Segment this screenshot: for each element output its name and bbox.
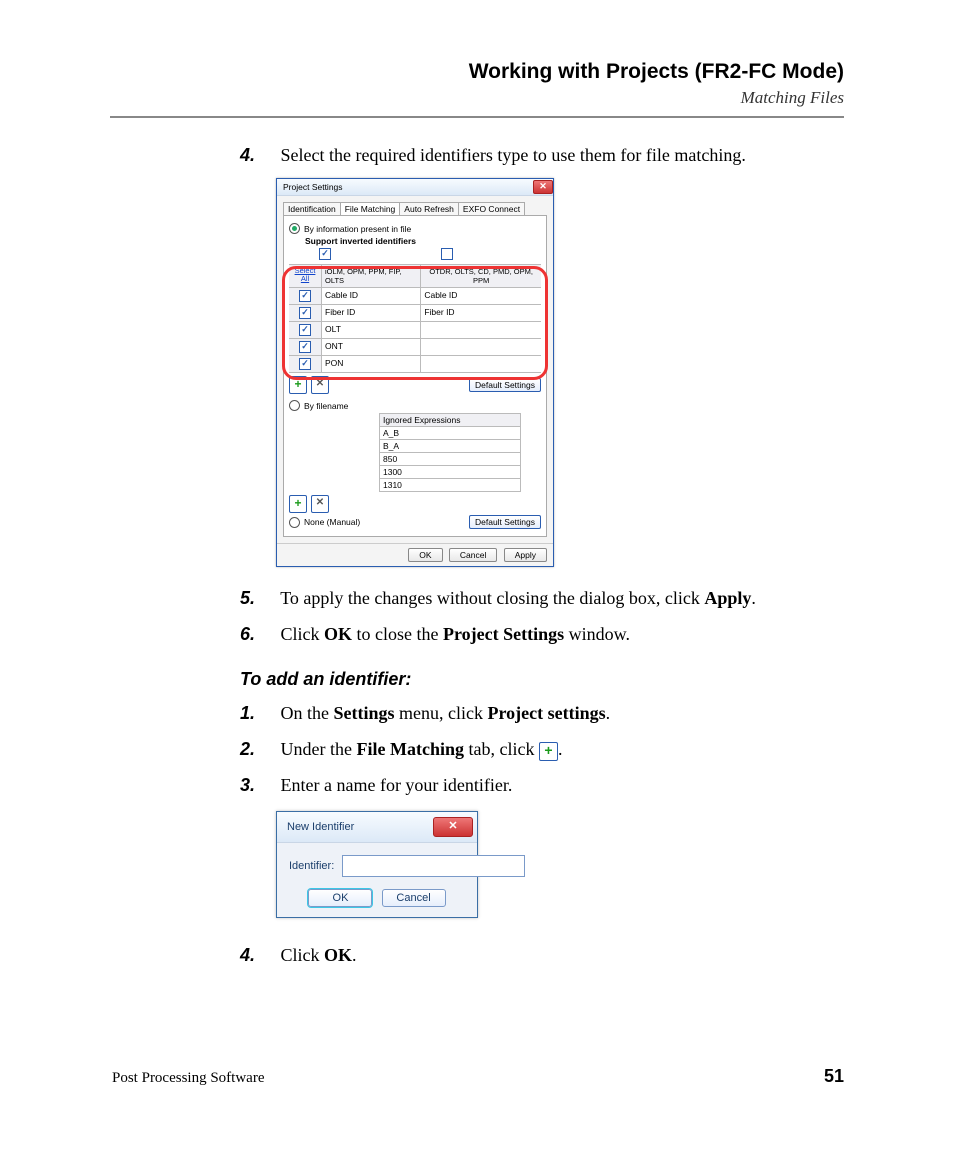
tab-auto-refresh[interactable]: Auto Refresh: [399, 202, 459, 215]
cancel-button[interactable]: Cancel: [382, 889, 446, 907]
step-b4: 4. Click OK.: [240, 942, 844, 968]
step-4: 4. Select the required identifiers type …: [240, 142, 844, 168]
radio-by-filename-label: By filename: [304, 401, 348, 411]
cancel-button[interactable]: Cancel: [449, 548, 497, 562]
bold: OK: [324, 945, 352, 965]
list-item: 1310: [380, 479, 520, 491]
radio-by-info[interactable]: [289, 223, 300, 234]
list-item: 850: [380, 453, 520, 466]
close-icon[interactable]: ✕: [433, 817, 473, 837]
default-settings-button-2[interactable]: Default Settings: [469, 515, 541, 529]
bold: OK: [324, 624, 352, 644]
bold: Apply: [704, 588, 751, 608]
step-number: 4.: [240, 142, 276, 168]
row-checkbox[interactable]: [299, 324, 311, 336]
bold: Settings: [334, 703, 395, 723]
step-text: Enter a name for your identifier.: [281, 775, 513, 795]
step-b2: 2. Under the File Matching tab, click +.: [240, 736, 844, 762]
cell: Cable ID: [421, 288, 541, 305]
cell: Fiber ID: [322, 305, 421, 322]
ok-button[interactable]: OK: [308, 889, 372, 907]
footer-page-number: 51: [824, 1066, 844, 1087]
cell: OLT: [322, 322, 421, 339]
dialog-button-bar: OK Cancel Apply: [277, 543, 553, 566]
apply-button[interactable]: Apply: [504, 548, 547, 562]
step-number: 1.: [240, 700, 276, 726]
radio-by-filename[interactable]: [289, 400, 300, 411]
step-number: 5.: [240, 585, 276, 611]
radio-by-info-label: By information present in file: [304, 224, 411, 234]
footer-product-name: Post Processing Software: [112, 1070, 265, 1087]
ignored-expr-header: Ignored Expressions: [380, 414, 520, 427]
step-5: 5. To apply the changes without closing …: [240, 585, 844, 611]
step-6: 6. Click OK to close the Project Setting…: [240, 621, 844, 647]
cell: ONT: [322, 339, 421, 356]
row-checkbox[interactable]: [299, 341, 311, 353]
step-b3: 3. Enter a name for your identifier.: [240, 772, 844, 798]
step-text: To apply the changes without closing the…: [280, 588, 704, 608]
support-inverted-label: Support inverted identifiers: [305, 236, 541, 246]
bold: File Matching: [356, 739, 463, 759]
radio-none-manual[interactable]: [289, 517, 300, 528]
row-checkbox[interactable]: [299, 307, 311, 319]
identifier-table: SelectAll iOLM, OPM, PPM, FIP, OLTS OTDR…: [289, 264, 541, 373]
bold: Project settings: [488, 703, 606, 723]
list-item: 1300: [380, 466, 520, 479]
row-checkbox[interactable]: [299, 290, 311, 302]
tab-strip: Identification File Matching Auto Refres…: [283, 202, 547, 215]
cell: [421, 339, 541, 356]
header-divider: [110, 116, 844, 118]
cell: [421, 356, 541, 373]
step-text: Select the required identifiers type to …: [281, 145, 746, 165]
step-number: 2.: [240, 736, 276, 762]
tab-file-matching[interactable]: File Matching: [340, 202, 401, 215]
plus-icon: +: [539, 742, 558, 761]
close-icon[interactable]: ✕: [533, 180, 553, 194]
checkbox-col1-all[interactable]: [319, 248, 331, 260]
dialog-titlebar: Project Settings ✕: [277, 179, 553, 196]
identifier-input[interactable]: [342, 855, 525, 877]
add-expression-button[interactable]: +: [289, 495, 307, 513]
step-text: Click: [281, 624, 325, 644]
row-checkbox[interactable]: [299, 358, 311, 370]
ok-button[interactable]: OK: [408, 548, 442, 562]
cell: [421, 322, 541, 339]
remove-identifier-button[interactable]: ✕: [311, 376, 329, 394]
ignored-expressions-list: Ignored Expressions A_B B_A 850 1300 131…: [379, 413, 521, 492]
dialog-title: New Identifier: [287, 821, 354, 833]
tab-identification[interactable]: Identification: [283, 202, 341, 215]
checkbox-col2-all[interactable]: [441, 248, 453, 260]
cell: Cable ID: [322, 288, 421, 305]
section-title: Matching Files: [741, 88, 844, 108]
tab-panel: By information present in file Support i…: [283, 215, 547, 537]
dialog-title: Project Settings: [283, 182, 343, 192]
radio-none-label: None (Manual): [304, 517, 360, 527]
dialog-titlebar: New Identifier ✕: [277, 812, 477, 843]
remove-expression-button[interactable]: ✕: [311, 495, 329, 513]
cell: Fiber ID: [421, 305, 541, 322]
cell: PON: [322, 356, 421, 373]
col-header-2: OTDR, OLTS, CD, PMD, OPM, PPM: [421, 265, 541, 288]
step-number: 3.: [240, 772, 276, 798]
project-settings-dialog: Project Settings ✕ Identification File M…: [276, 178, 554, 567]
identifier-label: Identifier:: [289, 860, 334, 872]
step-b1: 1. On the Settings menu, click Project s…: [240, 700, 844, 726]
col-header-1: iOLM, OPM, PPM, FIP, OLTS: [322, 265, 421, 288]
bold: Project Settings: [443, 624, 564, 644]
select-all-link[interactable]: SelectAll: [289, 267, 321, 284]
list-item: A_B: [380, 427, 520, 440]
default-settings-button[interactable]: Default Settings: [469, 378, 541, 392]
new-identifier-dialog: New Identifier ✕ Identifier: OK Cancel: [276, 811, 478, 918]
main-content: 4. Select the required identifiers type …: [240, 142, 844, 978]
step-number: 4.: [240, 942, 276, 968]
subheading: To add an identifier:: [240, 669, 844, 690]
add-identifier-button[interactable]: +: [289, 376, 307, 394]
tab-exfo-connect[interactable]: EXFO Connect: [458, 202, 525, 215]
chapter-title: Working with Projects (FR2-FC Mode): [469, 60, 844, 84]
step-number: 6.: [240, 621, 276, 647]
list-item: B_A: [380, 440, 520, 453]
